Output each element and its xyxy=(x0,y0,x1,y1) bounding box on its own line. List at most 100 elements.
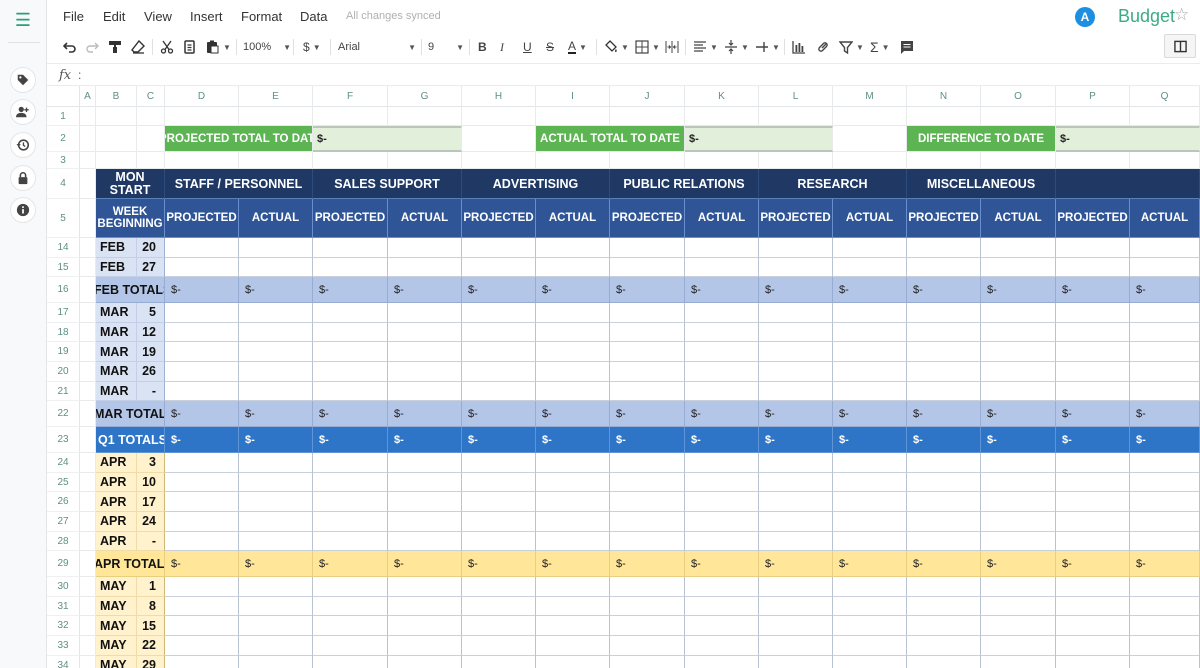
menu-format[interactable]: Format xyxy=(241,9,282,24)
budget-cell[interactable] xyxy=(833,577,907,597)
cell[interactable] xyxy=(313,107,388,126)
budget-cell[interactable] xyxy=(1056,655,1130,668)
budget-cell[interactable] xyxy=(833,453,907,473)
budget-cell[interactable] xyxy=(536,362,610,382)
budget-cell[interactable] xyxy=(239,303,313,323)
budget-cell[interactable] xyxy=(388,257,462,278)
budget-cell[interactable] xyxy=(610,303,685,323)
budget-cell[interactable] xyxy=(759,257,833,278)
month-total-value[interactable]: $- xyxy=(907,551,981,578)
budget-cell[interactable] xyxy=(239,655,313,668)
budget-cell[interactable] xyxy=(462,303,536,323)
budget-cell[interactable] xyxy=(759,655,833,668)
month-total-value[interactable]: $- xyxy=(239,551,313,578)
budget-cell[interactable] xyxy=(685,472,759,493)
budget-cell[interactable] xyxy=(165,472,239,493)
budget-cell[interactable] xyxy=(833,512,907,532)
month-total-value[interactable]: $- xyxy=(536,277,610,304)
budget-cell[interactable] xyxy=(239,531,313,552)
cell[interactable] xyxy=(80,107,96,126)
bold-button[interactable]: B xyxy=(478,36,487,58)
row-header-17[interactable]: 17 xyxy=(47,303,80,323)
budget-cell[interactable] xyxy=(833,381,907,402)
month-total-value[interactable]: $- xyxy=(536,401,610,428)
strikethrough-button[interactable]: S xyxy=(546,36,554,58)
budget-cell[interactable] xyxy=(165,322,239,343)
column-header-n[interactable]: N xyxy=(907,86,981,107)
cell[interactable] xyxy=(80,199,96,238)
budget-cell[interactable] xyxy=(536,453,610,473)
budget-cell[interactable] xyxy=(981,472,1056,493)
menu-file[interactable]: File xyxy=(63,9,84,24)
cell[interactable] xyxy=(907,107,981,126)
month-total-value[interactable]: $- xyxy=(685,401,759,428)
budget-cell[interactable] xyxy=(165,596,239,617)
cell[interactable] xyxy=(1130,107,1200,126)
row-header-18[interactable]: 18 xyxy=(47,322,80,343)
budget-cell[interactable] xyxy=(165,655,239,668)
month-total-value[interactable]: $- xyxy=(239,401,313,428)
budget-cell[interactable] xyxy=(1130,577,1200,597)
budget-cell[interactable] xyxy=(239,472,313,493)
budget-cell[interactable] xyxy=(610,492,685,512)
budget-cell[interactable] xyxy=(1130,322,1200,343)
column-header-o[interactable]: O xyxy=(981,86,1056,107)
budget-cell[interactable] xyxy=(1056,303,1130,323)
cell[interactable] xyxy=(80,551,96,578)
budget-cell[interactable] xyxy=(981,596,1056,617)
month-total-value[interactable]: $- xyxy=(165,551,239,578)
budget-cell[interactable] xyxy=(1056,512,1130,532)
budget-cell[interactable] xyxy=(1130,362,1200,382)
cut-icon[interactable] xyxy=(160,36,174,58)
budget-cell[interactable] xyxy=(1056,472,1130,493)
budget-cell[interactable] xyxy=(685,512,759,532)
cell[interactable] xyxy=(462,126,536,152)
budget-cell[interactable] xyxy=(981,655,1056,668)
budget-cell[interactable] xyxy=(1130,453,1200,473)
budget-cell[interactable] xyxy=(759,596,833,617)
budget-cell[interactable] xyxy=(759,381,833,402)
cell[interactable] xyxy=(907,152,981,169)
budget-cell[interactable] xyxy=(981,238,1056,258)
cell[interactable] xyxy=(96,126,137,152)
horizontal-align-button[interactable]: ▼ xyxy=(693,36,718,58)
budget-cell[interactable] xyxy=(313,362,388,382)
budget-cell[interactable] xyxy=(833,636,907,656)
budget-cell[interactable] xyxy=(165,577,239,597)
budget-cell[interactable] xyxy=(388,531,462,552)
quarter-total-value[interactable]: $- xyxy=(1056,427,1130,454)
month-total-value[interactable]: $- xyxy=(610,401,685,428)
budget-cell[interactable] xyxy=(1130,616,1200,636)
budget-cell[interactable] xyxy=(907,492,981,512)
month-total-value[interactable]: $- xyxy=(981,277,1056,304)
row-header-30[interactable]: 30 xyxy=(47,577,80,597)
budget-cell[interactable] xyxy=(981,381,1056,402)
cell[interactable] xyxy=(165,152,239,169)
budget-cell[interactable] xyxy=(462,238,536,258)
budget-cell[interactable] xyxy=(685,238,759,258)
row-header-28[interactable]: 28 xyxy=(47,531,80,552)
budget-cell[interactable] xyxy=(313,342,388,362)
budget-cell[interactable] xyxy=(462,362,536,382)
month-total-value[interactable]: $- xyxy=(833,277,907,304)
row-header-32[interactable]: 32 xyxy=(47,616,80,636)
budget-cell[interactable] xyxy=(313,512,388,532)
budget-cell[interactable] xyxy=(833,362,907,382)
budget-cell[interactable] xyxy=(759,636,833,656)
select-all-corner[interactable] xyxy=(47,86,80,107)
budget-cell[interactable] xyxy=(1130,512,1200,532)
budget-cell[interactable] xyxy=(1056,577,1130,597)
budget-cell[interactable] xyxy=(759,577,833,597)
currency-format-button[interactable]: $ ▼ xyxy=(303,36,321,58)
cell[interactable] xyxy=(80,636,96,656)
month-total-value[interactable]: $- xyxy=(981,551,1056,578)
zoom-select[interactable]: 100% ▼ xyxy=(243,36,291,58)
underline-button[interactable]: U xyxy=(523,36,532,58)
budget-cell[interactable] xyxy=(981,492,1056,512)
budget-cell[interactable] xyxy=(610,636,685,656)
quarter-total-value[interactable]: $- xyxy=(462,427,536,454)
column-header-m[interactable]: M xyxy=(833,86,907,107)
row-header-23[interactable]: 23 xyxy=(47,427,80,454)
budget-cell[interactable] xyxy=(313,577,388,597)
budget-cell[interactable] xyxy=(239,381,313,402)
